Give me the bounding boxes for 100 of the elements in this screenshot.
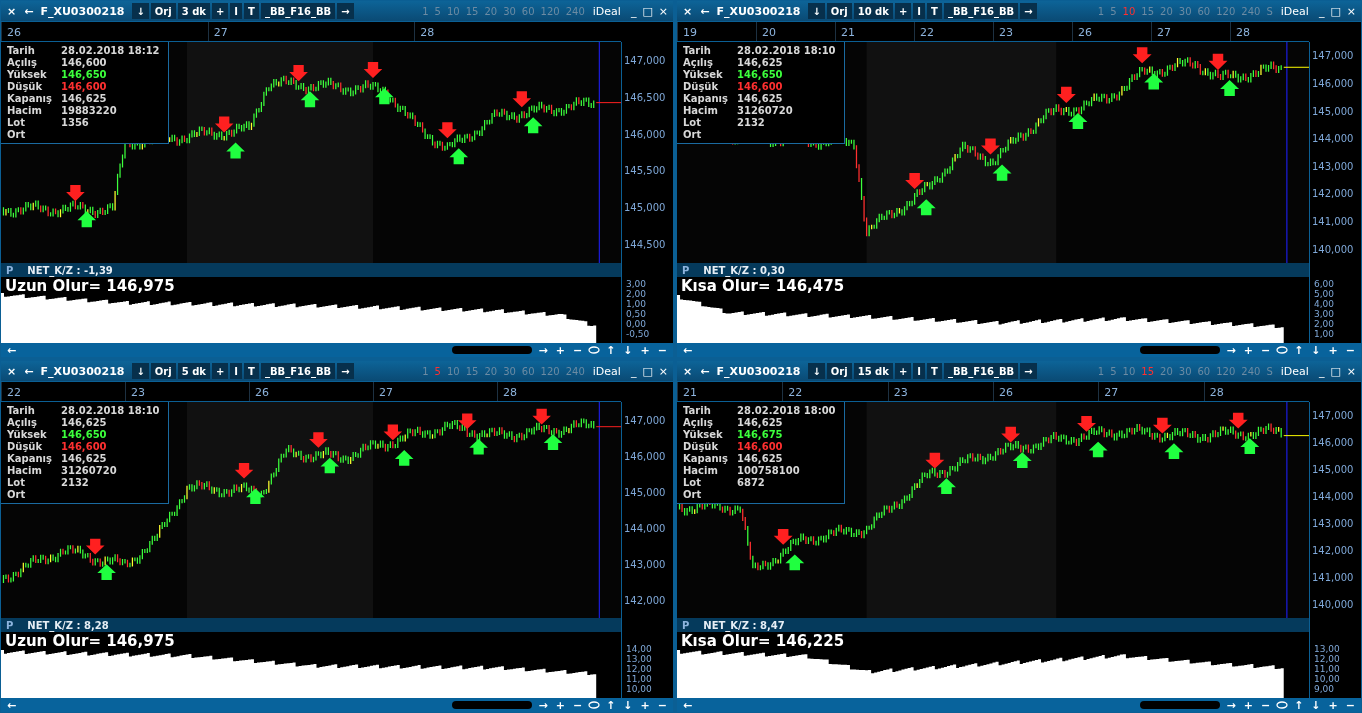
toolbar-button[interactable]: → (337, 363, 354, 379)
info-value: 28.02.2018 18:00 (737, 405, 836, 417)
scroll-left-button[interactable]: ← (5, 343, 19, 357)
toolbar-button[interactable]: T (244, 3, 259, 19)
scroll-right-button[interactable]: → (1224, 698, 1238, 712)
chart-control-button[interactable]: ↓ (621, 698, 635, 712)
axis-label: 144,000 (1312, 133, 1355, 145)
toolbar-button[interactable]: _BB_F16_BB (943, 363, 1019, 379)
toolbar-button[interactable]: 10 dk (853, 3, 893, 19)
toolbar-button[interactable]: _BB_F16_BB (260, 363, 336, 379)
toolbar-button[interactable]: → (337, 3, 354, 19)
window-control[interactable]: × (656, 4, 670, 18)
scroll-left-button[interactable]: ← (5, 698, 19, 712)
chart-control-button[interactable]: ↓ (1309, 343, 1323, 357)
chart-control-button[interactable]: + (1326, 698, 1340, 712)
chart-control-button[interactable]: + (638, 343, 652, 357)
window-control[interactable]: _ (1316, 364, 1327, 378)
title-bar-icon[interactable]: ← (697, 4, 713, 18)
toolbar-button[interactable]: 3 dk (177, 3, 210, 19)
info-value: 2132 (61, 477, 90, 489)
toolbar-button[interactable]: T (927, 363, 942, 379)
chart-control-button[interactable]: + (1326, 343, 1340, 357)
window-control[interactable]: _ (628, 4, 639, 18)
chart-control-button[interactable]: − (1258, 343, 1273, 357)
chart-control-button[interactable]: + (553, 698, 567, 712)
axis-label: 3,00 (1314, 309, 1336, 319)
window-control[interactable]: × (656, 364, 670, 378)
chart-control-button[interactable]: − (655, 343, 669, 357)
axis-label: 140,000 (1312, 599, 1355, 610)
axis-label: 143,000 (1312, 518, 1355, 529)
toolbar-button[interactable]: _BB_F16_BB (260, 3, 336, 19)
indicator-prefix: P (682, 264, 690, 276)
chart-control-button[interactable]: ↑ (604, 698, 618, 712)
date-label: 28 (1203, 382, 1309, 401)
axis-label: 12,00 (626, 664, 653, 674)
toolbar-button[interactable]: T (244, 363, 259, 379)
toolbar-button[interactable]: ↓ (132, 3, 149, 19)
chart-control-button[interactable]: ↓ (1309, 698, 1323, 712)
info-value: 146,625 (61, 417, 108, 429)
scroll-right-button[interactable]: → (536, 698, 550, 712)
chart-control-button[interactable]: ↑ (1292, 698, 1306, 712)
chart-control-button[interactable]: − (570, 698, 585, 712)
chart-control-button[interactable]: ↓ (621, 343, 635, 357)
toolbar-button[interactable]: ↓ (132, 363, 149, 379)
toolbar-button[interactable]: + (211, 363, 229, 379)
toolbar-button[interactable]: I (913, 363, 926, 379)
window-control[interactable]: □ (640, 364, 655, 378)
title-bar-icon[interactable]: × (4, 4, 20, 18)
window-control[interactable]: _ (1316, 4, 1327, 18)
title-bar-icon[interactable]: ← (21, 364, 37, 378)
chart-control-button[interactable]: + (553, 343, 567, 357)
toolbar-button[interactable]: _BB_F16_BB (943, 3, 1019, 19)
title-bar-icon[interactable]: × (680, 364, 696, 378)
window-control[interactable]: □ (1328, 364, 1343, 378)
title-bar-icon[interactable]: × (680, 4, 696, 18)
scroll-right-button[interactable]: → (536, 343, 550, 357)
toolbar-button[interactable]: → (1020, 3, 1037, 19)
window-control[interactable]: □ (640, 4, 655, 18)
toolbar-button[interactable]: Orj (826, 363, 852, 379)
toolbar-button[interactable]: + (894, 363, 912, 379)
title-bar-icon[interactable]: ← (697, 364, 713, 378)
chart-control-button[interactable]: − (655, 698, 669, 712)
toolbar-button[interactable]: I (230, 363, 243, 379)
chart-control-button[interactable]: + (1241, 343, 1255, 357)
indicator-title: NET_K/Z : 0,30 (703, 264, 785, 276)
info-label: Hacim (7, 105, 43, 117)
chart-control-button[interactable]: − (1343, 698, 1357, 712)
scroll-left-button[interactable]: ← (681, 343, 695, 357)
chart-control-button[interactable]: − (1343, 343, 1357, 357)
chart-control-button[interactable]: − (570, 343, 585, 357)
toolbar-button[interactable]: + (211, 3, 229, 19)
scroll-right-button[interactable]: → (1224, 343, 1238, 357)
window-control[interactable]: × (1344, 364, 1358, 378)
toolbar-button[interactable]: 15 dk (853, 363, 893, 379)
toolbar-button[interactable]: ↓ (808, 3, 825, 19)
toolbar-button[interactable]: I (230, 3, 243, 19)
scroll-left-button[interactable]: ← (681, 698, 695, 712)
window-control[interactable]: □ (1328, 4, 1343, 18)
info-value: 2132 (737, 117, 766, 129)
chart-control-button[interactable]: + (638, 698, 652, 712)
toolbar-button[interactable]: Orj (826, 3, 852, 19)
chart-control-button[interactable]: ↑ (1292, 343, 1306, 357)
window-control[interactable]: _ (628, 364, 639, 378)
axis-label: 147,000 (624, 54, 667, 66)
toolbar-button[interactable]: → (1020, 363, 1037, 379)
toolbar-button[interactable]: Orj (150, 363, 176, 379)
toolbar-button[interactable]: 5 dk (177, 363, 210, 379)
info-value: 146,675 (737, 429, 784, 441)
info-value: 146,650 (61, 429, 108, 441)
chart-control-button[interactable]: ↑ (604, 343, 618, 357)
chart-control-button[interactable]: − (1258, 698, 1273, 712)
toolbar-button[interactable]: + (894, 3, 912, 19)
toolbar-button[interactable]: I (913, 3, 926, 19)
toolbar-button[interactable]: ↓ (808, 363, 825, 379)
toolbar-button[interactable]: T (927, 3, 942, 19)
chart-control-button[interactable]: + (1241, 698, 1255, 712)
toolbar-button[interactable]: Orj (150, 3, 176, 19)
title-bar-icon[interactable]: ← (21, 4, 37, 18)
window-control[interactable]: × (1344, 4, 1358, 18)
title-bar-icon[interactable]: × (4, 364, 20, 378)
